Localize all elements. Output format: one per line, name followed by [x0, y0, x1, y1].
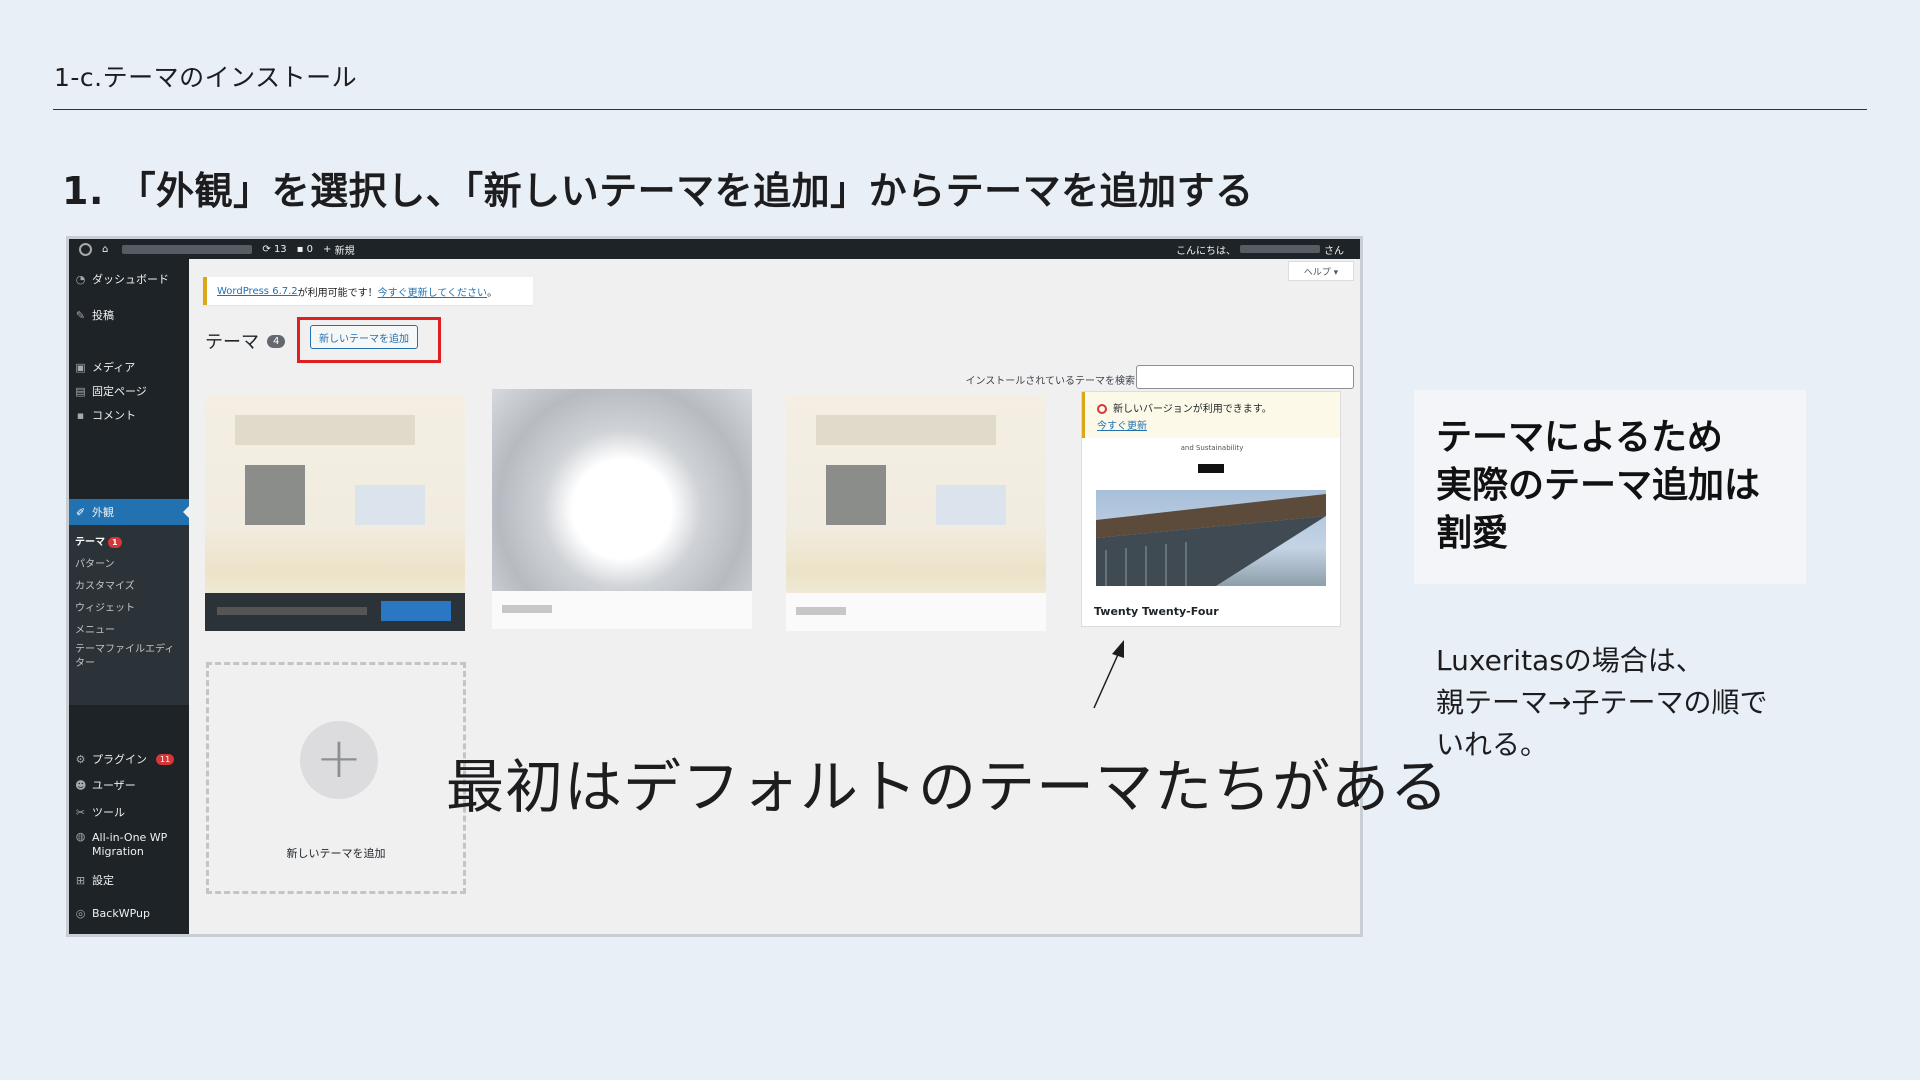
add-new-theme-card[interactable]: + 新しいテーマを追加 — [206, 662, 466, 894]
themes-page-title: テーマ 4 — [205, 328, 286, 354]
blurred-title — [235, 415, 415, 445]
search-themes-input[interactable] — [1136, 365, 1354, 389]
blurred-cup-image-3 — [936, 485, 1006, 525]
sidebar-item-tools[interactable]: ✂ ツール — [69, 804, 189, 820]
plus-icon: + — [323, 243, 332, 255]
submenu-item-menus[interactable]: メニュー — [75, 621, 115, 636]
migration-icon: ◍ — [75, 830, 86, 843]
sidebar-item-pages[interactable]: ▤ 固定ページ — [69, 383, 189, 399]
sidebar-item-posts[interactable]: ✎ 投稿 — [69, 307, 189, 323]
wordpress-logo-icon[interactable] — [79, 242, 92, 256]
section-title: 1-c.テーマのインストール — [54, 63, 358, 92]
submenu-item-customize[interactable]: カスタマイズ — [75, 577, 135, 592]
tt4-preview-heading: and Sustainability — [1180, 444, 1244, 452]
tt4-preview-building-image — [1096, 490, 1326, 586]
sidebar-item-plugins[interactable]: ⚙ プラグイン 11 — [69, 751, 189, 767]
submenu-item-patterns[interactable]: パターン — [75, 555, 115, 570]
dashboard-icon: ◔ — [75, 272, 86, 286]
site-name-blurred[interactable] — [122, 244, 253, 254]
account-menu[interactable]: こんにちは、 さん — [1176, 242, 1344, 257]
comment-icon: ▪ — [76, 408, 85, 422]
backwpup-icon: ◎ — [75, 907, 86, 920]
admin-bar: ⌂ ⟳ 13 ▪ 0 + 新規 こんにちは、 さん — [69, 239, 1360, 259]
theme-footer-3 — [786, 593, 1046, 631]
sidebar-item-settings[interactable]: ⊞ 設定 — [69, 872, 189, 888]
theme-card-blurred-3[interactable] — [786, 395, 1046, 631]
home-icon[interactable]: ⌂ — [102, 244, 108, 255]
help-tab[interactable]: ヘルプ ▾ — [1288, 261, 1354, 281]
theme-footer-2 — [492, 591, 752, 629]
comments-item[interactable]: ▪ 0 — [297, 244, 313, 255]
update-now-link[interactable]: 今すぐ更新してください — [378, 284, 487, 299]
section-rule — [53, 109, 1867, 110]
plugin-icon: ⚙ — [75, 752, 86, 766]
submenu-item-themes[interactable]: テーマ 1 — [75, 533, 122, 548]
blurred-cat-image — [245, 465, 305, 525]
sidebar-item-all-in-one-wp-migration[interactable]: ◍ All-in-One WP Migration — [69, 831, 189, 859]
luxeritas-note: Luxeritasの場合は、 親テーマ→子テーマの順で いれる。 — [1436, 644, 1768, 761]
brush-icon: ✐ — [75, 505, 86, 519]
highlight-box — [297, 317, 441, 363]
theme-card-blurred-2[interactable] — [492, 389, 752, 629]
comment-icon: ▪ — [296, 243, 304, 255]
page-icon: ▤ — [75, 384, 86, 398]
note-box: テーマによるため 実際のテーマ追加は 割愛 — [1414, 390, 1806, 584]
submenu-item-widgets[interactable]: ウィジェット — [75, 599, 135, 614]
tt4-preview-button — [1198, 464, 1224, 473]
theme-update-notice: 新しいバージョンが利用できます。 今すぐ更新 — [1082, 392, 1340, 438]
note-box-text: テーマによるため 実際のテーマ追加は 割愛 — [1436, 417, 1761, 554]
theme-card-twenty-twenty-four[interactable]: 新しいバージョンが利用できます。 今すぐ更新 and Sustainabilit… — [1081, 391, 1341, 627]
blurred-cat-image-3 — [826, 465, 886, 525]
slide-heading: 1. 「外観」を選択し、「新しいテーマを追加」からテーマを追加する — [62, 169, 1254, 213]
pin-icon: ✎ — [75, 308, 86, 322]
submenu-item-theme-file-editor[interactable]: テーマファイルエディター — [75, 643, 179, 671]
username-blurred — [1240, 245, 1320, 253]
blurred-cup-image — [355, 485, 425, 525]
settings-icon: ⊞ — [75, 873, 86, 887]
theme-card-active-blurred[interactable] — [205, 395, 465, 631]
sidebar-item-media[interactable]: ▣ メディア — [69, 359, 189, 375]
sidebar-item-appearance[interactable]: ✐ 外観 — [69, 499, 189, 525]
plus-icon: + — [300, 721, 378, 799]
user-icon: ☻ — [75, 778, 87, 792]
media-icon: ▣ — [75, 360, 86, 374]
blurred-title-3 — [816, 415, 996, 445]
sidebar-item-backwpup[interactable]: ◎ BackWPup — [69, 907, 189, 920]
update-now-theme-link[interactable]: 今すぐ更新 — [1097, 417, 1340, 432]
default-themes-caption: 最初はデフォルトのテーマたちがある — [446, 753, 1450, 821]
update-warning-icon — [1097, 404, 1107, 414]
wordpress-version-link[interactable]: WordPress 6.7.2 — [217, 286, 298, 297]
themes-count-badge: 4 — [267, 334, 286, 348]
new-item[interactable]: + 新規 — [323, 242, 355, 257]
update-notice-banner: WordPress 6.7.2 が利用可能です！ 今すぐ更新してください 。 — [203, 277, 533, 305]
add-new-theme-label: 新しいテーマを追加 — [286, 847, 386, 860]
arrow-icon — [1093, 640, 1124, 709]
search-themes-label: インストールされているテーマを検索 — [965, 376, 1136, 387]
sidebar-item-dashboard[interactable]: ◔ ダッシュボード — [69, 271, 189, 287]
active-theme-footer — [205, 593, 465, 631]
tt4-theme-name: Twenty Twenty-Four — [1094, 605, 1219, 618]
updates-item[interactable]: ⟳ 13 — [262, 244, 286, 255]
wrench-icon: ✂ — [75, 805, 86, 819]
sidebar-item-comments[interactable]: ▪ コメント — [69, 407, 189, 423]
admin-sidebar: ◔ ダッシュボード ✎ 投稿 ▣ メディア ▤ 固定ページ ▪ コメント ✐ 外観 テーマ 1… — [69, 259, 189, 934]
sidebar-item-users[interactable]: ☻ ユーザー — [69, 777, 189, 793]
refresh-icon: ⟳ — [262, 243, 271, 255]
appearance-submenu: テーマ 1 パターン カスタマイズ ウィジェット メニュー テーマファイルエディタ… — [69, 525, 189, 705]
